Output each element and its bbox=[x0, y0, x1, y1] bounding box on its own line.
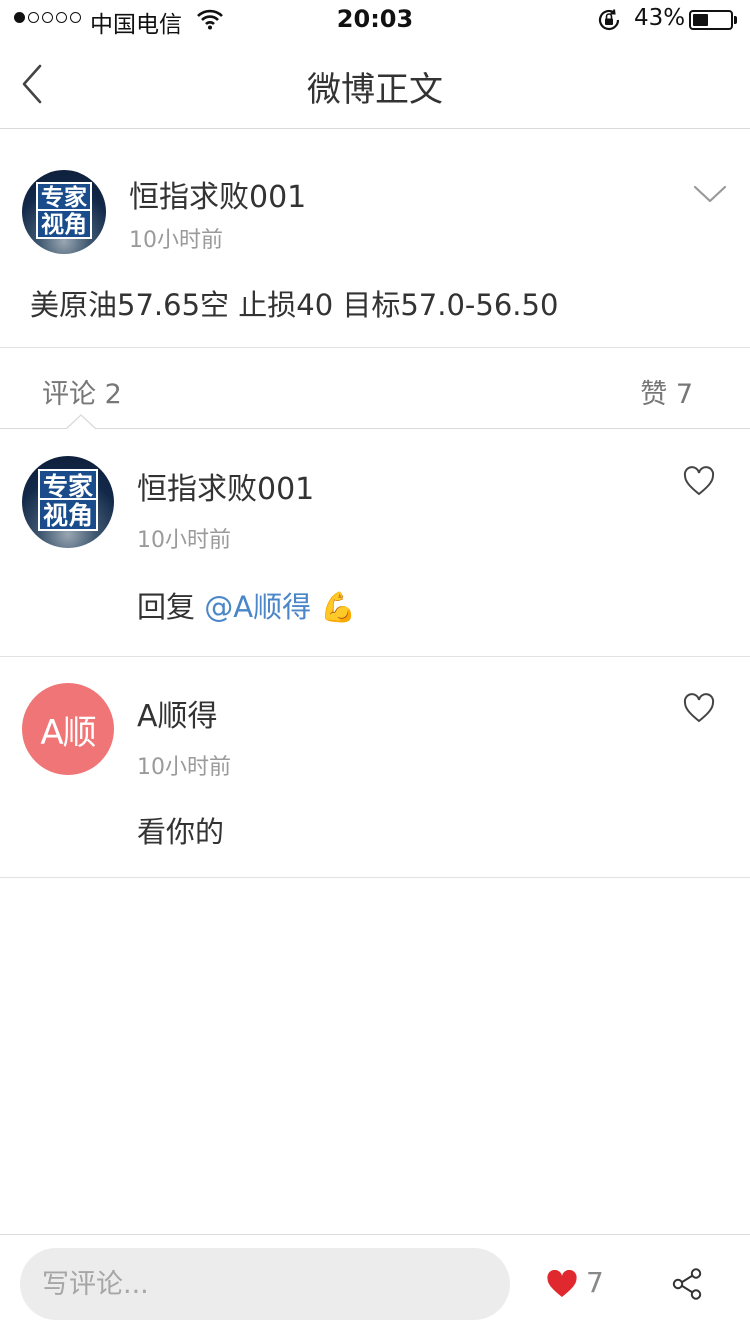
comment-divider bbox=[0, 877, 750, 878]
heart-filled-icon[interactable] bbox=[546, 1270, 578, 1298]
post-time: 10小时前 bbox=[129, 228, 223, 253]
tab-comments-count: 2 bbox=[104, 379, 122, 410]
heart-outline-icon[interactable] bbox=[683, 693, 715, 723]
flexed-biceps-emoji: 💪 bbox=[320, 590, 357, 624]
status-bar: 中国电信 20:03 43% bbox=[0, 0, 750, 40]
post-author-name[interactable]: 恒指求败001 bbox=[129, 172, 306, 216]
nav-divider bbox=[0, 128, 750, 129]
comment-input[interactable] bbox=[20, 1248, 510, 1320]
tab-comments[interactable]: 评论 2 bbox=[42, 372, 122, 411]
like-count: 7 bbox=[586, 1266, 604, 1299]
comment-author-name[interactable]: A顺得 bbox=[137, 691, 218, 735]
bottom-bar-divider bbox=[0, 1234, 750, 1235]
post-body: 美原油57.65空 止损40 目标57.0-56.50 bbox=[30, 288, 559, 322]
post-author-avatar[interactable]: 专家 视角 bbox=[22, 170, 106, 254]
avatar-label-bottom: 视角 bbox=[36, 208, 92, 239]
avatar-label-top: 专家 bbox=[36, 181, 92, 212]
comment-body: 回复 @A顺得 💪 bbox=[137, 584, 356, 626]
post-divider bbox=[0, 347, 750, 348]
comment-body: 看你的 bbox=[137, 815, 225, 849]
tab-likes-label: 赞 bbox=[640, 379, 668, 410]
list-item: 专家 视角 恒指求败001 10小时前 回复 @A顺得 💪 bbox=[0, 430, 750, 656]
comment-time: 10小时前 bbox=[137, 528, 231, 553]
heart-outline-icon[interactable] bbox=[683, 466, 715, 496]
active-tab-caret bbox=[66, 414, 96, 430]
tab-comments-label: 评论 bbox=[42, 379, 96, 410]
page-title: 微博正文 bbox=[307, 70, 443, 110]
comment-author-avatar[interactable]: A顺 bbox=[22, 683, 114, 775]
tabs-divider bbox=[0, 428, 750, 429]
mention-link[interactable]: @A顺得 bbox=[204, 590, 311, 624]
chevron-down-icon[interactable] bbox=[692, 182, 728, 206]
battery-icon bbox=[689, 10, 733, 30]
reply-prefix: 回复 bbox=[137, 590, 196, 624]
avatar-label-top: 专家 bbox=[37, 468, 99, 502]
comment-author-avatar[interactable]: 专家 视角 bbox=[22, 456, 114, 548]
comment-author-name[interactable]: 恒指求败001 bbox=[137, 464, 314, 508]
comment-time: 10小时前 bbox=[137, 755, 231, 780]
rotation-lock-icon bbox=[598, 9, 620, 31]
list-item: A顺 A顺得 10小时前 看你的 bbox=[0, 657, 750, 877]
tab-likes[interactable]: 赞 7 bbox=[640, 372, 693, 411]
battery-cap bbox=[734, 16, 737, 24]
avatar-label-bottom: 视角 bbox=[37, 498, 99, 532]
battery-percent: 43% bbox=[634, 5, 686, 31]
share-icon[interactable] bbox=[670, 1267, 704, 1301]
tab-likes-count: 7 bbox=[675, 379, 693, 410]
